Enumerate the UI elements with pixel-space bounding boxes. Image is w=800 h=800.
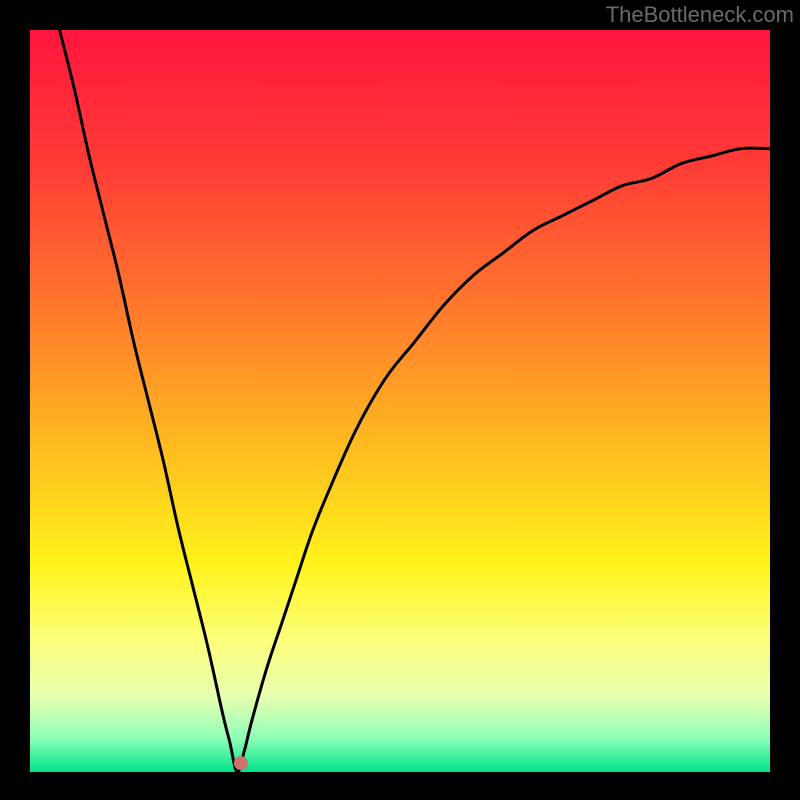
chart-svg [0, 0, 800, 800]
attribution-label: TheBottleneck.com [606, 2, 794, 28]
chart-gradient-background [30, 30, 770, 772]
minimum-marker [234, 756, 248, 770]
bottleneck-chart: TheBottleneck.com [0, 0, 800, 800]
